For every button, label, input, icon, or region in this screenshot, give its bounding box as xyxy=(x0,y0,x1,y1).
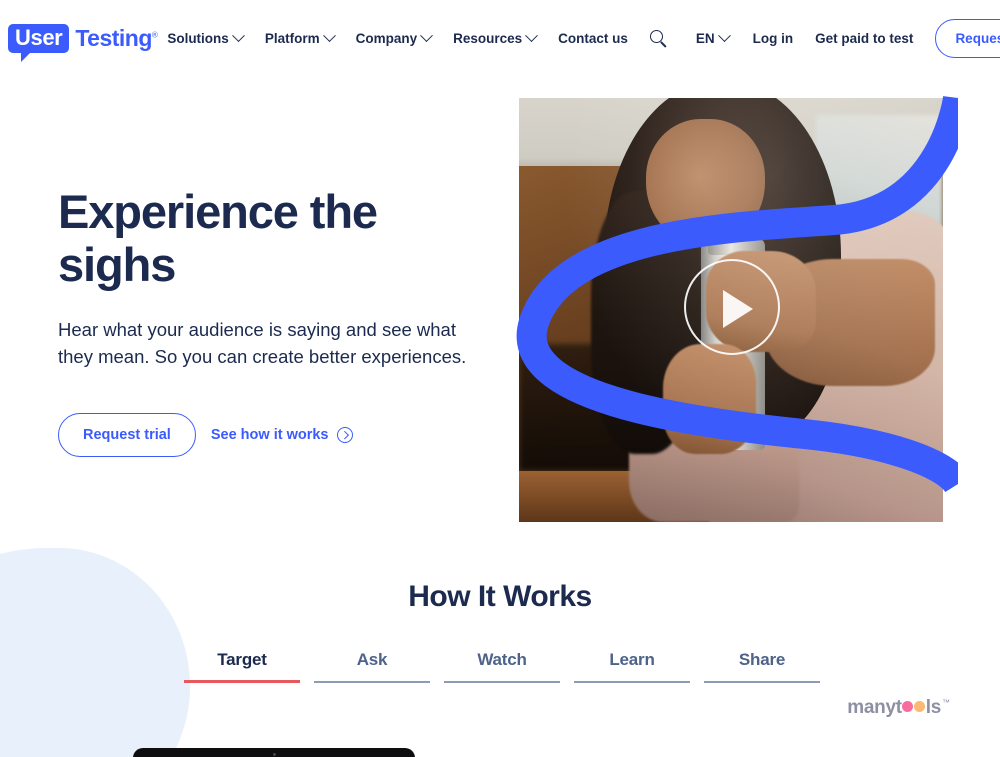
tab-label-target: Target xyxy=(217,650,267,669)
see-how-it-works-label: See how it works xyxy=(210,426,329,443)
logo-word-text: Testing xyxy=(75,25,152,51)
nav-item-company[interactable]: Company xyxy=(355,29,433,46)
language-selector[interactable]: EN xyxy=(695,29,731,46)
tab-share[interactable]: Share xyxy=(704,650,820,683)
main-navigation: Solutions Platform Company Resources Con… xyxy=(167,29,650,46)
get-paid-to-test-link[interactable]: Get paid to test xyxy=(815,31,913,46)
nav-item-resources[interactable]: Resources xyxy=(453,29,539,46)
see-how-it-works-link[interactable]: See how it works xyxy=(210,426,353,443)
manytools-watermark: manyt ls ™ xyxy=(847,697,950,719)
tab-ask[interactable]: Ask xyxy=(314,650,430,683)
laptop-mockup xyxy=(133,748,415,757)
tab-label-ask: Ask xyxy=(356,650,388,669)
watermark-dot-orange xyxy=(914,701,926,712)
watermark-dot-pink xyxy=(902,701,914,712)
login-link[interactable]: Log in xyxy=(753,31,794,46)
chevron-down-icon xyxy=(717,29,731,43)
nav-item-solutions[interactable]: Solutions xyxy=(167,29,245,46)
header-actions: EN Log in Get paid to test Request trial xyxy=(649,19,1000,58)
laptop-camera-icon xyxy=(272,753,276,756)
page-title: Experience the sighs xyxy=(58,185,378,292)
watermark-prefix: manyt xyxy=(847,697,902,718)
site-header: User Testing® Solutions Platform Company… xyxy=(0,0,1000,77)
hero-content: Experience the sighs Hear what your audi… xyxy=(58,185,488,457)
header-request-trial-button[interactable]: Request trial xyxy=(935,19,1000,58)
nav-label-contact-us: Contact us xyxy=(558,31,628,46)
logo-wordmark: Testing® xyxy=(75,25,158,51)
page-root: User Testing® Solutions Platform Company… xyxy=(0,0,1000,757)
hero-cta-group: Request trial See how it works xyxy=(58,412,488,457)
nav-item-platform[interactable]: Platform xyxy=(264,29,336,46)
nav-item-contact-us[interactable]: Contact us xyxy=(558,31,628,46)
hero-subtitle: Hear what your audience is saying and se… xyxy=(58,319,467,368)
chevron-down-icon xyxy=(420,29,433,43)
logo-badge-text: User xyxy=(15,25,63,50)
logo-badge: User xyxy=(8,24,70,62)
play-icon[interactable] xyxy=(684,259,780,355)
tab-label-learn: Learn xyxy=(609,650,655,669)
tab-label-watch: Watch xyxy=(477,650,527,669)
tab-target[interactable]: Target xyxy=(184,650,300,683)
chevron-down-icon xyxy=(322,29,336,43)
logo-trademark: ® xyxy=(151,30,158,40)
tab-watch[interactable]: Watch xyxy=(444,650,560,683)
how-it-works-title: How It Works xyxy=(408,580,592,613)
nav-label-solutions: Solutions xyxy=(167,31,229,46)
language-label: EN xyxy=(695,31,715,46)
chevron-down-icon xyxy=(525,29,539,43)
hero-video-thumbnail[interactable] xyxy=(516,95,958,522)
nav-label-resources: Resources xyxy=(453,31,523,46)
watermark-trademark: ™ xyxy=(942,698,950,707)
watermark-suffix: ls xyxy=(925,697,942,718)
play-triangle xyxy=(723,290,753,328)
hero-request-trial-button[interactable]: Request trial xyxy=(58,412,196,457)
nav-label-platform: Platform xyxy=(264,31,320,46)
search-icon-handle xyxy=(660,40,667,47)
circle-chevron-right-icon xyxy=(336,426,353,443)
usertesting-logo[interactable]: User Testing® xyxy=(8,19,158,62)
tab-label-share: Share xyxy=(738,650,786,669)
nav-label-company: Company xyxy=(355,31,418,46)
tab-learn[interactable]: Learn xyxy=(574,650,690,683)
how-it-works-tabs: Target Ask Watch Learn Share xyxy=(184,650,820,683)
search-icon[interactable] xyxy=(649,29,668,48)
chevron-down-icon xyxy=(231,29,245,43)
